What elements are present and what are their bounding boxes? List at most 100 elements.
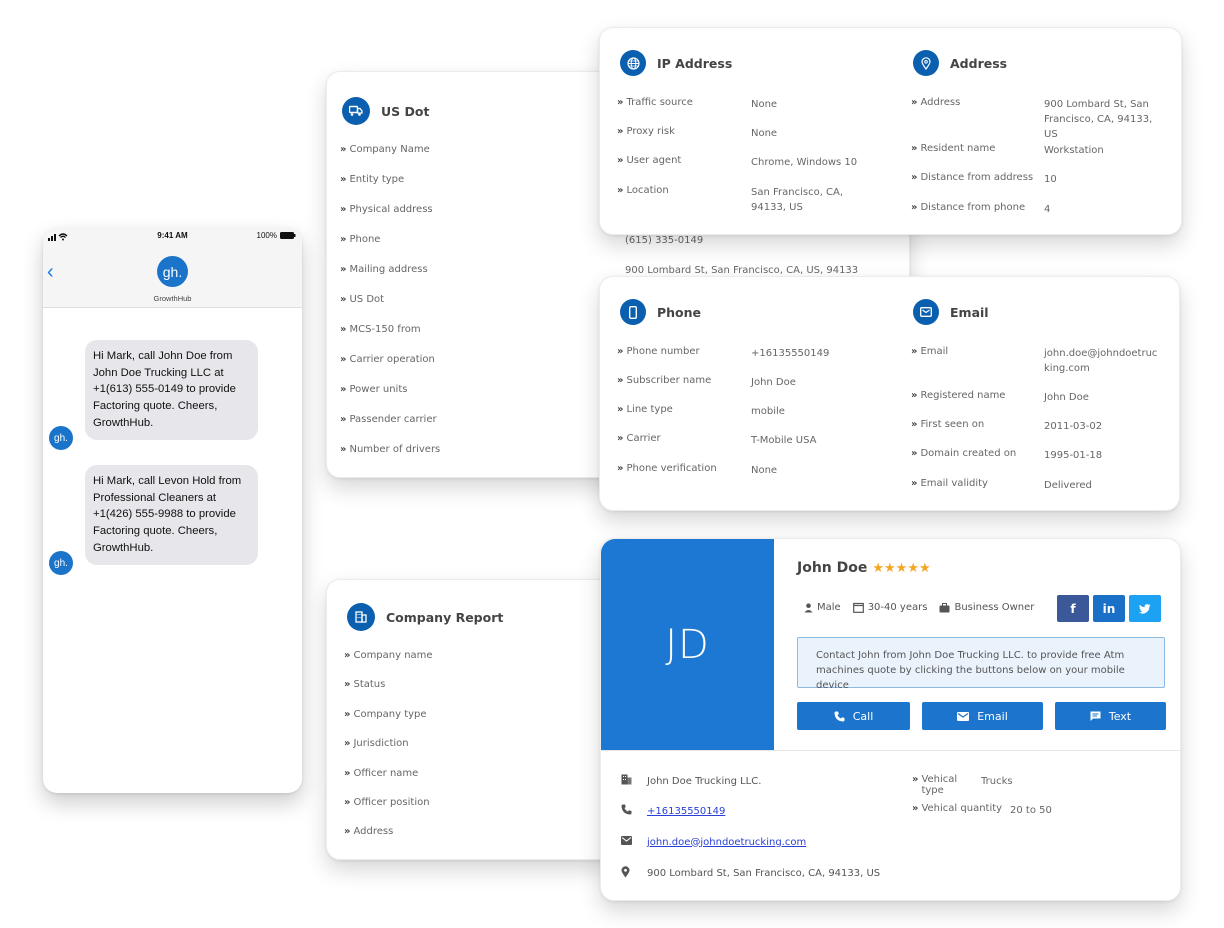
field-label: Email validity	[920, 478, 988, 489]
profile-name: John Doe	[797, 560, 868, 576]
profile-meta: Male 30-40 years Business Owner	[804, 602, 1034, 613]
field-label: Mailing address	[349, 264, 428, 275]
field-row: » Phone	[340, 234, 381, 245]
field-label: Status	[353, 679, 386, 690]
call-label: Call	[852, 709, 874, 723]
twitter-icon	[1139, 603, 1151, 614]
growthhub-logo: gh.	[157, 256, 188, 287]
field-value: 4	[1044, 204, 1051, 215]
field-row: » Carrier operation	[340, 354, 435, 365]
email-line: john.doe@johndoetrucking.com	[621, 836, 806, 848]
briefcase-icon	[939, 602, 950, 612]
text-label: Text	[1108, 709, 1132, 723]
email-link[interactable]: john.doe@johndoetrucking.com	[647, 837, 806, 848]
field-row: » Officer name	[344, 768, 419, 779]
card-title: Address	[950, 55, 1008, 71]
field-label: Entity type	[349, 174, 405, 185]
sender-avatar: gh.	[49, 426, 73, 450]
age-range: 30-40 years	[867, 602, 928, 613]
field-label: First seen on	[920, 419, 985, 430]
truck-icon	[342, 97, 370, 125]
field-row: » First seen on 2011-03-02	[911, 419, 1103, 432]
card-title: IP Address	[657, 55, 733, 71]
field-row: » Email validity Delivered	[911, 478, 1092, 491]
field-value: Delivered	[1044, 480, 1092, 491]
field-value: 1995-01-18	[1044, 450, 1103, 461]
field-value: None	[751, 128, 778, 139]
text-button[interactable]: Text	[1055, 702, 1166, 730]
battery-indicator: 100%	[257, 231, 296, 240]
field-row: » Company Name	[340, 144, 430, 155]
sender-avatar: gh.	[49, 551, 73, 575]
field-value: 900 Lombard St, San Francisco, CA, 94133…	[1044, 99, 1153, 140]
linkedin-button[interactable]: in	[1093, 595, 1125, 622]
field-label: Passender carrier	[349, 414, 437, 425]
field-label: Location	[626, 185, 669, 196]
message-bubble: Hi Mark, call Levon Hold from Profession…	[85, 465, 258, 565]
contact-notice: Contact John from John Doe Trucking LLC.…	[797, 637, 1165, 691]
envelope-icon	[621, 836, 632, 845]
battery-icon	[280, 232, 296, 239]
chat-icon	[1090, 711, 1101, 721]
field-label: Address	[353, 826, 394, 837]
field-label: Line type	[626, 404, 673, 415]
person-icon	[804, 602, 813, 612]
field-value: T-Mobile USA	[751, 435, 817, 446]
field-label: Carrier operation	[349, 354, 435, 365]
phone-link[interactable]: +16135550149	[647, 806, 725, 817]
field-row: » Company name	[344, 650, 433, 661]
divider	[601, 750, 1180, 751]
map-pin-icon	[621, 866, 630, 878]
field-row: » Phone number +16135550149	[617, 346, 830, 359]
profile-header: John Doe ★★★★★	[797, 560, 931, 576]
field-label: Officer name	[353, 768, 419, 779]
field-row: » Officer position	[344, 797, 430, 808]
field-label: Company Name	[349, 144, 430, 155]
star-rating: ★★★★★	[872, 560, 931, 576]
field-label: Phone number	[626, 346, 700, 357]
field-label: Officer position	[353, 797, 430, 808]
profile-card: JD John Doe ★★★★★ Male 30-40 years Busin…	[600, 538, 1181, 901]
card-title: Phone	[657, 304, 702, 320]
field-row: » Company type	[344, 709, 427, 720]
email-button[interactable]: Email	[922, 702, 1043, 730]
mobile-phone-icon	[620, 299, 646, 325]
field-row: » Jurisdiction	[344, 738, 409, 749]
building-icon	[347, 603, 375, 631]
field-value: +16135550149	[751, 348, 830, 359]
field-row: » MCS-150 from	[340, 324, 421, 335]
facebook-button[interactable]: f	[1057, 595, 1089, 622]
field-label: Email	[920, 346, 949, 357]
map-pin-icon	[913, 50, 939, 76]
field-value: None	[751, 465, 778, 476]
phone-header: 9:41 AM 100% ‹ gh. GrowthHub	[43, 228, 302, 308]
envelope-icon	[913, 299, 939, 325]
field-label: Distance from phone	[920, 202, 1026, 213]
field-label: Jurisdiction	[353, 738, 409, 749]
field-row: » Address	[344, 826, 394, 837]
field-value: 2011-03-02	[1044, 421, 1103, 432]
chevron-left-icon[interactable]: ‹	[47, 261, 54, 284]
sender-name: GrowthHub	[153, 294, 192, 303]
field-row: » Physical address	[340, 204, 433, 215]
field-row: » Power units	[340, 384, 408, 395]
field-row: » Status	[344, 679, 386, 690]
field-label: Company name	[353, 650, 433, 661]
field-value: Chrome, Windows 10	[751, 157, 858, 168]
field-label: MCS-150 from	[349, 324, 421, 335]
address-line: 900 Lombard St, San Francisco, CA, 94133…	[621, 866, 880, 881]
field-label: User agent	[626, 155, 682, 166]
field-value: Workstation	[1044, 145, 1104, 156]
field-row: » Carrier T-Mobile USA	[617, 433, 817, 446]
twitter-button[interactable]	[1129, 595, 1161, 622]
gender: Male	[817, 602, 841, 613]
profile-initials-avatar: JD	[601, 539, 774, 750]
field-row: » Entity type	[340, 174, 405, 185]
field-value: John Doe	[751, 377, 796, 388]
call-button[interactable]: Call	[797, 702, 910, 730]
field-label: Address	[920, 97, 961, 108]
field-label: Vehical type	[921, 774, 958, 796]
field-label: Phone	[349, 234, 381, 245]
phone-icon	[621, 804, 632, 815]
field-row: » Passender carrier	[340, 414, 437, 425]
